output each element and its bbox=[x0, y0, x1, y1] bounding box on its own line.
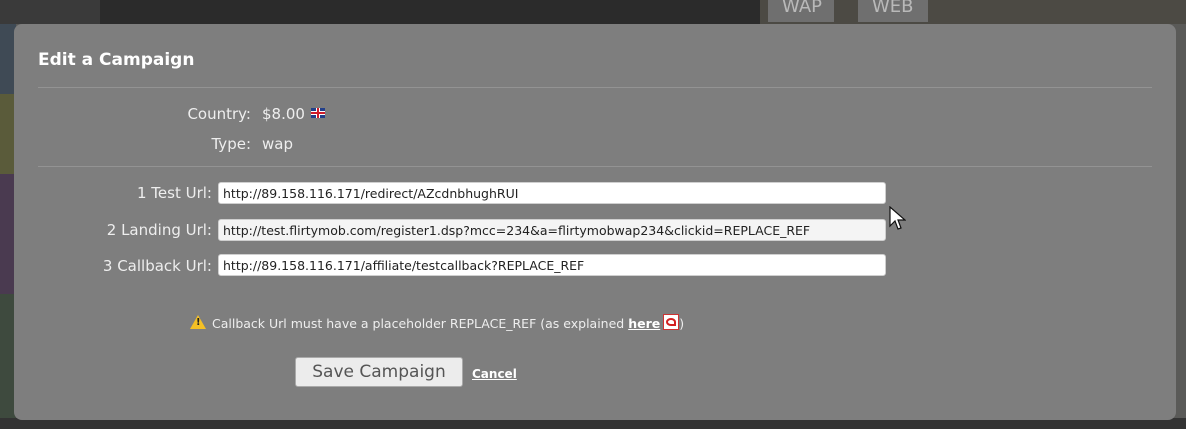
divider bbox=[38, 166, 1152, 167]
background-header-center bbox=[100, 0, 760, 24]
warning-text: Callback Url must have a placeholder REP… bbox=[212, 316, 629, 331]
landing-url-input[interactable] bbox=[218, 219, 886, 241]
uk-flag-icon bbox=[310, 108, 325, 118]
warning-icon: ! bbox=[190, 315, 206, 329]
landing-url-label: 2 Landing Url: bbox=[106, 221, 212, 239]
mouse-cursor-icon bbox=[889, 206, 906, 230]
test-url-input[interactable] bbox=[218, 182, 886, 204]
cancel-link[interactable]: Cancel bbox=[472, 367, 517, 381]
country-price: $8.00 bbox=[262, 105, 305, 123]
country-value-row: $8.00 bbox=[262, 105, 325, 123]
here-link[interactable]: here bbox=[628, 316, 660, 331]
pdf-icon[interactable] bbox=[663, 314, 680, 330]
callback-url-label: 3 Callback Url: bbox=[102, 257, 212, 275]
callback-warning: ! Callback Url must have a placeholder RE… bbox=[190, 314, 684, 331]
background-tab-wap: WAP bbox=[768, 0, 834, 22]
country-label: Country: bbox=[187, 105, 251, 123]
edit-campaign-modal: Edit a Campaign Country: $8.00 Type: wap… bbox=[14, 24, 1176, 420]
type-value: wap bbox=[262, 135, 293, 153]
divider bbox=[38, 87, 1152, 88]
save-campaign-button[interactable]: Save Campaign bbox=[295, 357, 463, 387]
background-tab-web: WEB bbox=[858, 0, 928, 22]
warning-close: ) bbox=[679, 316, 685, 331]
callback-url-input[interactable] bbox=[218, 254, 886, 276]
modal-title: Edit a Campaign bbox=[38, 50, 195, 70]
type-label: Type: bbox=[211, 135, 251, 153]
test-url-label: 1 Test Url: bbox=[137, 184, 212, 202]
background-header-left bbox=[0, 0, 100, 24]
